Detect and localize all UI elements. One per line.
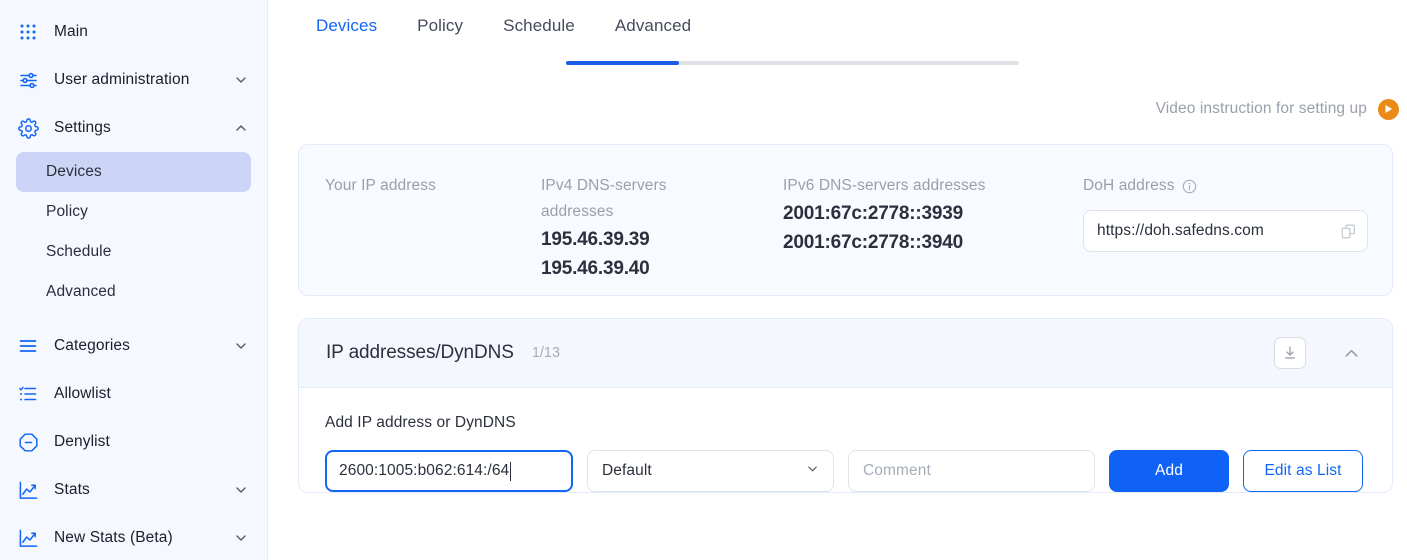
ip-address-input-value: 2600:1005:b062:614:/64	[339, 462, 510, 479]
sidebar-subitem-devices[interactable]: Devices	[16, 152, 251, 192]
ip-address-input[interactable]: 2600:1005:b062:614:/64	[325, 450, 573, 492]
sidebar-item-label: Settings	[54, 119, 111, 136]
sidebar-subitem-label: Policy	[46, 203, 88, 220]
sidebar-item-label: Denylist	[54, 433, 110, 450]
tab-label: Devices	[316, 16, 378, 35]
chevron-up-icon[interactable]	[233, 120, 249, 136]
doh-address-field[interactable]: https://doh.safedns.com	[1083, 210, 1368, 252]
text-caret	[510, 461, 512, 481]
sidebar-settings-submenu: Devices Policy Schedule Advanced	[0, 152, 267, 318]
chevron-down-icon[interactable]	[233, 72, 249, 88]
chevron-down-icon	[806, 462, 819, 480]
chevron-down-icon[interactable]	[233, 530, 249, 546]
sliders-icon	[16, 68, 40, 92]
menu-lines-icon	[16, 334, 40, 358]
tab-advanced[interactable]: Advanced	[595, 0, 711, 36]
chevron-up-icon[interactable]	[1336, 338, 1366, 368]
add-button[interactable]: Add	[1109, 450, 1229, 492]
chevron-down-icon[interactable]	[233, 338, 249, 354]
tab-policy[interactable]: Policy	[397, 0, 483, 36]
chevron-down-icon[interactable]	[233, 482, 249, 498]
app-root: Main User administration Settings Device…	[0, 0, 1407, 560]
sidebar-subitem-label: Advanced	[46, 283, 116, 300]
sidebar-item-main[interactable]: Main	[0, 8, 267, 56]
sidebar-item-label: Categories	[54, 337, 130, 354]
tab-label: Policy	[417, 16, 464, 35]
sidebar-item-settings[interactable]: Settings	[0, 104, 267, 152]
tab-active-indicator	[566, 61, 679, 65]
ip-addresses-dyndns-card: IP addresses/DynDNS 1/13 Add IP address …	[298, 318, 1393, 493]
chart-line-icon	[16, 526, 40, 550]
main-content: Devices Policy Schedule Advanced Video i…	[268, 0, 1407, 560]
checklist-icon	[16, 382, 40, 406]
dyndns-card-header: IP addresses/DynDNS 1/13	[299, 319, 1392, 388]
ipv4-value: 195.46.39.40	[541, 258, 650, 279]
network-info-card: Your IP address IPv4 DNS-servers address…	[298, 144, 1393, 296]
edit-as-list-button[interactable]: Edit as List	[1243, 450, 1363, 492]
ipv4-value: 195.46.39.39	[541, 229, 650, 250]
add-ip-form-row: 2600:1005:b062:614:/64 Default Comment A…	[325, 450, 1366, 492]
sidebar-item-label: New Stats (Beta)	[54, 529, 173, 546]
sidebar-item-label: Main	[54, 23, 88, 40]
tab-bar: Devices Policy Schedule Advanced	[268, 0, 1407, 65]
comment-input[interactable]: Comment	[848, 450, 1095, 492]
sidebar-subitem-advanced[interactable]: Advanced	[16, 272, 251, 312]
tab-schedule[interactable]: Schedule	[483, 0, 595, 36]
dyndns-card-body: Add IP address or DynDNS 2600:1005:b062:…	[299, 388, 1392, 492]
doh-address-value: https://doh.safedns.com	[1097, 222, 1264, 239]
sidebar-item-new-stats-beta[interactable]: New Stats (Beta)	[0, 514, 267, 560]
doh-label: DoH address	[1083, 177, 1175, 194]
copy-icon[interactable]	[1340, 223, 1357, 240]
video-instruction-row[interactable]: Video instruction for setting up	[268, 96, 1407, 122]
tab-devices[interactable]: Devices	[296, 0, 397, 36]
add-ip-label: Add IP address or DynDNS	[325, 414, 516, 431]
dyndns-count-badge: 1/13	[531, 345, 561, 361]
sidebar-subitem-schedule[interactable]: Schedule	[16, 232, 251, 272]
your-ip-label: Your IP address	[325, 177, 436, 194]
gear-icon	[16, 116, 40, 140]
sidebar-subitem-policy[interactable]: Policy	[16, 192, 251, 232]
ipv6-label: IPv6 DNS-servers addresses	[783, 177, 986, 194]
sidebar-item-user-administration[interactable]: User administration	[0, 56, 267, 104]
comment-input-placeholder: Comment	[863, 462, 931, 479]
ipv6-value: 2001:67c:2778::3940	[783, 232, 964, 253]
doh-column: DoH address https://doh.safedns.com	[1083, 173, 1392, 295]
sidebar-item-categories[interactable]: Categories	[0, 322, 267, 370]
sidebar-item-allowlist[interactable]: Allowlist	[0, 370, 267, 418]
info-circle-icon[interactable]	[1182, 179, 1197, 194]
sidebar: Main User administration Settings Device…	[0, 0, 268, 560]
your-ip-column: Your IP address	[299, 173, 541, 295]
policy-select-value: Default	[602, 462, 652, 479]
sidebar-item-label: Allowlist	[54, 385, 111, 402]
chart-line-icon	[16, 478, 40, 502]
ipv4-label: IPv4 DNS-servers addresses	[541, 177, 667, 220]
tab-list: Devices Policy Schedule Advanced	[296, 0, 1407, 56]
ipv6-column: IPv6 DNS-servers addresses 2001:67c:2778…	[783, 173, 1083, 295]
play-circle-icon[interactable]	[1378, 98, 1399, 120]
sidebar-item-label: Stats	[54, 481, 90, 498]
video-instruction-label: Video instruction for setting up	[1155, 100, 1367, 117]
tab-label: Advanced	[614, 16, 692, 35]
dyndns-title: IP addresses/DynDNS	[326, 342, 514, 363]
grid-dots-icon	[16, 20, 40, 44]
sidebar-item-stats[interactable]: Stats	[0, 466, 267, 514]
policy-select[interactable]: Default	[587, 450, 834, 492]
tab-label: Schedule	[503, 16, 575, 35]
doh-label-row: DoH address	[1083, 173, 1392, 199]
tab-underline-track	[566, 61, 1019, 65]
ipv4-column: IPv4 DNS-servers addresses 195.46.39.39 …	[541, 173, 783, 295]
sidebar-subitem-label: Devices	[46, 163, 102, 180]
sidebar-item-denylist[interactable]: Denylist	[0, 418, 267, 466]
download-icon[interactable]	[1274, 337, 1306, 369]
sidebar-subitem-label: Schedule	[46, 243, 112, 260]
sidebar-item-label: User administration	[54, 71, 190, 88]
octagon-minus-icon	[16, 430, 40, 454]
ipv6-value: 2001:67c:2778::3939	[783, 203, 964, 224]
